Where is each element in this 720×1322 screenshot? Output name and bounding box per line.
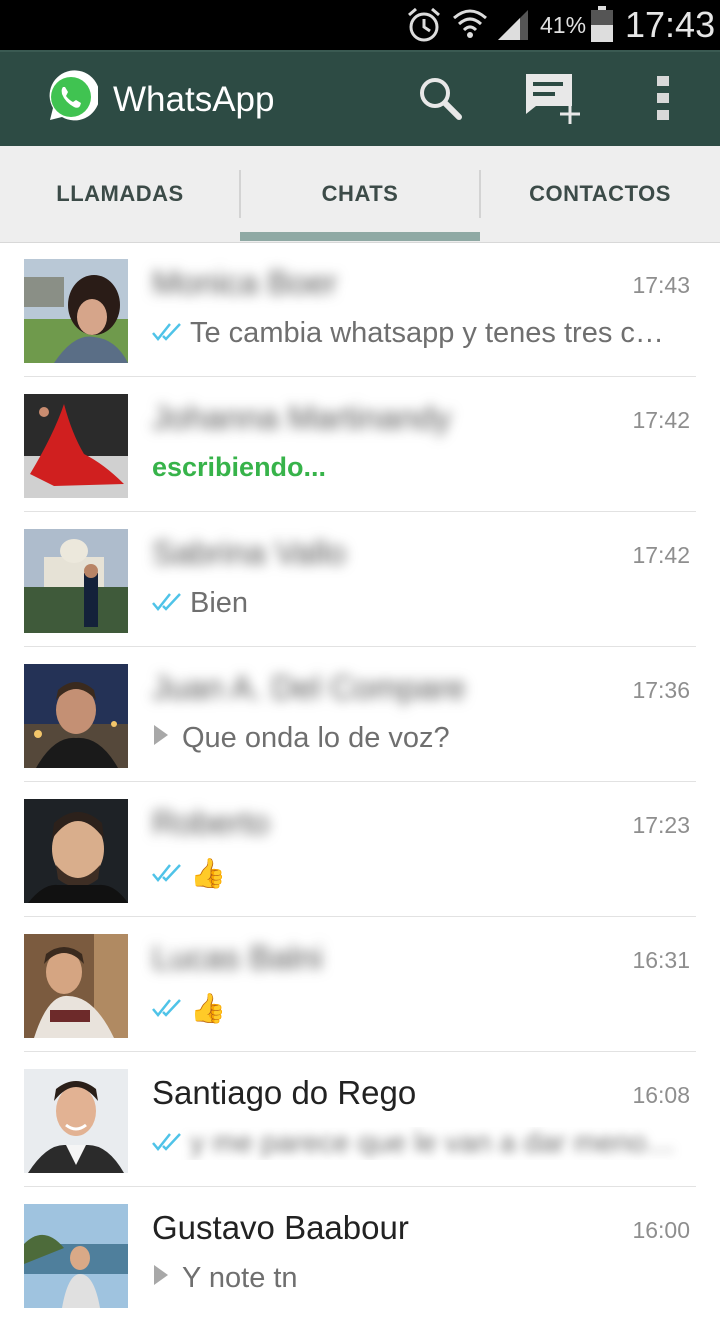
tab-contactos[interactable]: CONTACTOS [480, 146, 720, 242]
message-time: 17:36 [632, 677, 690, 703]
thumbs-up-emoji: 👍 [190, 858, 227, 890]
search-button[interactable] [408, 52, 472, 148]
contact-name: Johanna Martinandy [152, 399, 452, 436]
whatsapp-logo [42, 70, 100, 133]
tab-llamadas[interactable]: LLAMADAS [0, 146, 240, 242]
contact-name: Juan A. Del Compare [152, 669, 466, 706]
contact-name: Santiago do Rego [152, 1074, 417, 1111]
message-preview-text: Que onda lo de voz? [182, 722, 450, 754]
action-bar: WhatsApp [0, 50, 720, 148]
message-preview: Que onda lo de voz? [152, 722, 692, 755]
avatar [24, 934, 128, 1038]
wifi-icon [452, 6, 488, 47]
read-ticks-icon [152, 1127, 184, 1160]
chat-row[interactable]: Monica Boer 17:43 Te cambia whatsapp y t… [0, 242, 720, 377]
avatar [24, 394, 128, 498]
message-preview: 👍 [152, 857, 692, 891]
message-preview-text: Bien [190, 587, 249, 619]
avatar [24, 664, 128, 768]
chat-row[interactable]: Juan A. Del Compare 17:36 Que onda lo de… [0, 647, 720, 782]
read-ticks-icon [152, 317, 184, 350]
message-preview: Bien [152, 587, 692, 620]
message-preview: Y note tn [152, 1262, 692, 1295]
chat-row[interactable]: Gustavo Baabour 16:00 Y note tn [0, 1187, 720, 1322]
avatar [24, 799, 128, 903]
message-preview-text: y me parece que le van a dar meno… [190, 1127, 676, 1159]
overflow-menu-button[interactable] [640, 52, 686, 148]
read-ticks-icon [152, 993, 184, 1026]
message-time: 17:43 [632, 272, 690, 298]
message-time: 16:08 [632, 1082, 690, 1108]
message-preview: 👍 [152, 992, 692, 1026]
status-bar: 41% 17:43 [0, 0, 720, 50]
read-ticks-icon [152, 858, 184, 891]
tab-bar: LLAMADAS CHATS CONTACTOS [0, 146, 720, 243]
tab-chats[interactable]: CHATS [240, 146, 480, 242]
thumbs-up-emoji: 👍 [190, 993, 227, 1025]
message-preview: y me parece que le van a dar meno… [152, 1127, 692, 1160]
avatar [24, 529, 128, 633]
voice-play-icon [152, 1262, 170, 1295]
message-preview: escribiendo... [152, 452, 692, 483]
overflow-menu-icon [656, 75, 670, 125]
tab-selected-indicator [240, 232, 480, 241]
contact-name: Monica Boer [152, 264, 338, 301]
contact-name: Roberto [152, 804, 270, 841]
message-time: 16:31 [632, 947, 690, 973]
message-time: 17:42 [632, 542, 690, 568]
chat-row[interactable]: Johanna Martinandy 17:42 escribiendo... [0, 377, 720, 512]
new-chat-icon [520, 70, 582, 131]
read-ticks-icon [152, 587, 184, 620]
app-title: WhatsApp [113, 80, 275, 119]
search-icon [416, 74, 464, 127]
contact-name: Gustavo Baabour [152, 1209, 409, 1246]
chat-row[interactable]: Santiago do Rego 16:08 y me parece que l… [0, 1052, 720, 1187]
new-chat-button[interactable] [515, 52, 587, 148]
avatar [24, 1204, 128, 1308]
avatar [24, 259, 128, 363]
message-time: 16:00 [632, 1217, 690, 1243]
voice-play-icon [152, 722, 170, 755]
message-time: 17:42 [632, 407, 690, 433]
chat-row[interactable]: Lucas Balni 16:31 👍 [0, 917, 720, 1052]
chat-row[interactable]: Sabrina Vallo 17:42 Bien [0, 512, 720, 647]
contact-name: Lucas Balni [152, 939, 323, 976]
avatar [24, 1069, 128, 1173]
message-preview: Te cambia whatsapp y tenes tres c… [152, 317, 692, 350]
chat-row[interactable]: Roberto 17:23 👍 [0, 782, 720, 917]
alarm-icon [406, 6, 442, 49]
message-preview-text: Te cambia whatsapp y tenes tres c… [190, 317, 664, 349]
signal-icon [496, 8, 530, 47]
contact-name: Sabrina Vallo [152, 534, 346, 571]
battery-icon [590, 6, 614, 47]
typing-indicator: escribiendo... [152, 452, 327, 482]
message-time: 17:23 [632, 812, 690, 838]
message-preview-text: Y note tn [182, 1262, 298, 1294]
status-time: 17:43 [625, 4, 716, 45]
battery-percent: 41% [540, 12, 587, 38]
